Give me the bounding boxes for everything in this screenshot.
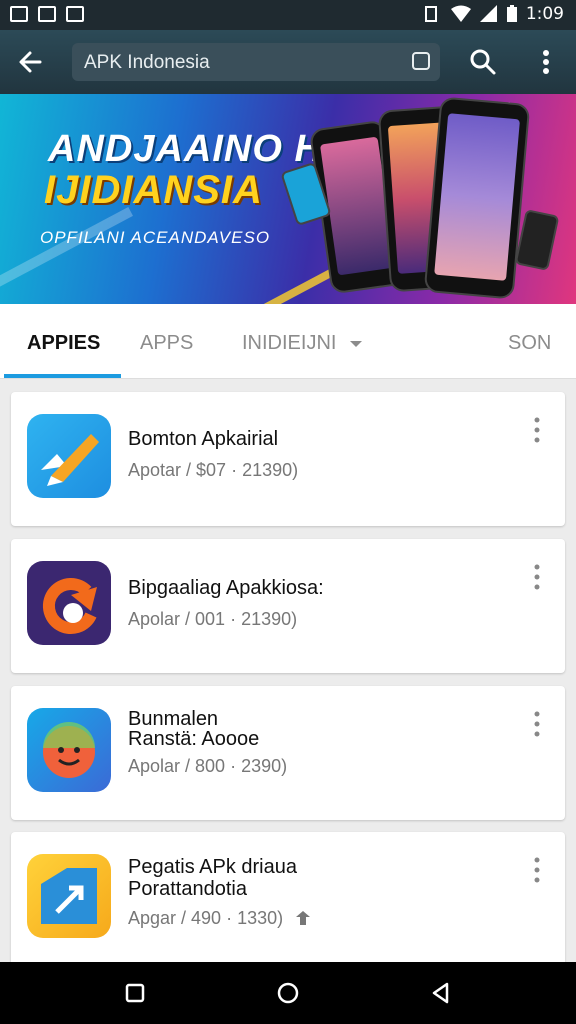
- notification-icon: [10, 6, 28, 22]
- phone-illustration: [514, 209, 560, 271]
- list-item[interactable]: Bipgaaliag Apakkiosa: Apolar / 001 · 213…: [11, 539, 565, 673]
- app-meta: Apotar / $07 · 21390): [128, 460, 299, 480]
- more-vert-icon[interactable]: [531, 856, 543, 884]
- app-icon: [27, 708, 111, 792]
- more-vert-icon[interactable]: [531, 563, 543, 591]
- search-input-text: APK Indonesia: [84, 52, 210, 73]
- search-icon[interactable]: [466, 46, 500, 78]
- app-meta: Apgar / 490 · 1330): [128, 908, 312, 929]
- app-title-line-2: Ranstä: Aoooe: [128, 728, 260, 750]
- clipboard-icon[interactable]: [412, 52, 430, 70]
- app-bar: APK Indonesia: [0, 30, 576, 94]
- app-title: Bomton Apkairial: [128, 428, 279, 450]
- list-item[interactable]: Bomton Apkairial Apotar / $07 · 21390): [11, 392, 565, 526]
- app-meta: Apolar / 800 · 2390): [128, 756, 288, 776]
- tab-son[interactable]: SON: [508, 332, 551, 355]
- app-meta: Apolar / 001 · 21390): [128, 609, 298, 629]
- banner-title-2: IJIDIANSIA: [44, 168, 263, 212]
- phone-illustration: [423, 96, 531, 300]
- list-item[interactable]: Bunmalen Ranstä: Aoooe Apolar / 800 · 23…: [11, 686, 565, 820]
- app-title: Bipgaaliag Apakkiosa:: [128, 577, 324, 599]
- category-tabs: APPIES APPS INIDIEIJNI SON: [0, 304, 576, 379]
- more-vert-icon[interactable]: [531, 710, 543, 738]
- back-triangle-icon[interactable]: [426, 978, 456, 1008]
- tab-appies[interactable]: APPIES: [27, 332, 100, 355]
- more-vert-icon[interactable]: [534, 46, 558, 78]
- back-arrow-icon[interactable]: [14, 46, 48, 78]
- list-item[interactable]: Pegatis APk driaua Porattandotia Apgar /…: [11, 832, 565, 972]
- active-tab-indicator: [4, 374, 121, 378]
- app-title: Pegatis APk driaua: [128, 856, 297, 878]
- navigation-bar: [0, 962, 576, 1024]
- tab-apps[interactable]: APPS: [140, 332, 193, 355]
- chevron-down-icon: [350, 340, 363, 347]
- recents-square-icon[interactable]: [120, 978, 150, 1008]
- app-icon: [27, 561, 111, 645]
- status-time: 1:09: [525, 4, 564, 24]
- tab-inidieijni-label: INIDIEIJNI: [242, 332, 337, 354]
- app-meta-text: Apgar / 490 · 1330): [128, 908, 284, 928]
- home-circle-icon[interactable]: [273, 978, 303, 1008]
- refresh-arrow-icon: [42, 578, 97, 634]
- smiley-face-icon: [43, 722, 95, 778]
- pencil-check-icon: [41, 434, 99, 486]
- search-input[interactable]: APK Indonesia: [72, 43, 440, 81]
- banner-subtitle: OPFILANI ACEANDAVESO: [40, 228, 271, 247]
- status-bar: 1:09: [0, 0, 576, 30]
- notification-icon: [38, 6, 56, 22]
- signal-icon: [479, 5, 497, 22]
- banner-title: ANDJAAINO H: [48, 128, 323, 170]
- promo-banner[interactable]: ANDJAAINO H IJIDIANSIA OPFILANI ACEANDAV…: [0, 94, 576, 304]
- tab-inidieijni[interactable]: INIDIEIJNI: [242, 332, 364, 355]
- wifi-icon: [450, 5, 471, 22]
- battery-icon: [506, 5, 517, 22]
- file-arrow-icon: [41, 868, 97, 924]
- badge-icon: [296, 911, 311, 926]
- app-title-line-2: Porattandotia: [128, 878, 247, 900]
- more-vert-icon[interactable]: [531, 416, 543, 444]
- app-icon: [27, 854, 111, 938]
- vibrate-icon: [424, 6, 437, 22]
- app-title: Bunmalen: [128, 708, 219, 730]
- app-icon: [27, 414, 111, 498]
- notification-icon: [66, 6, 84, 22]
